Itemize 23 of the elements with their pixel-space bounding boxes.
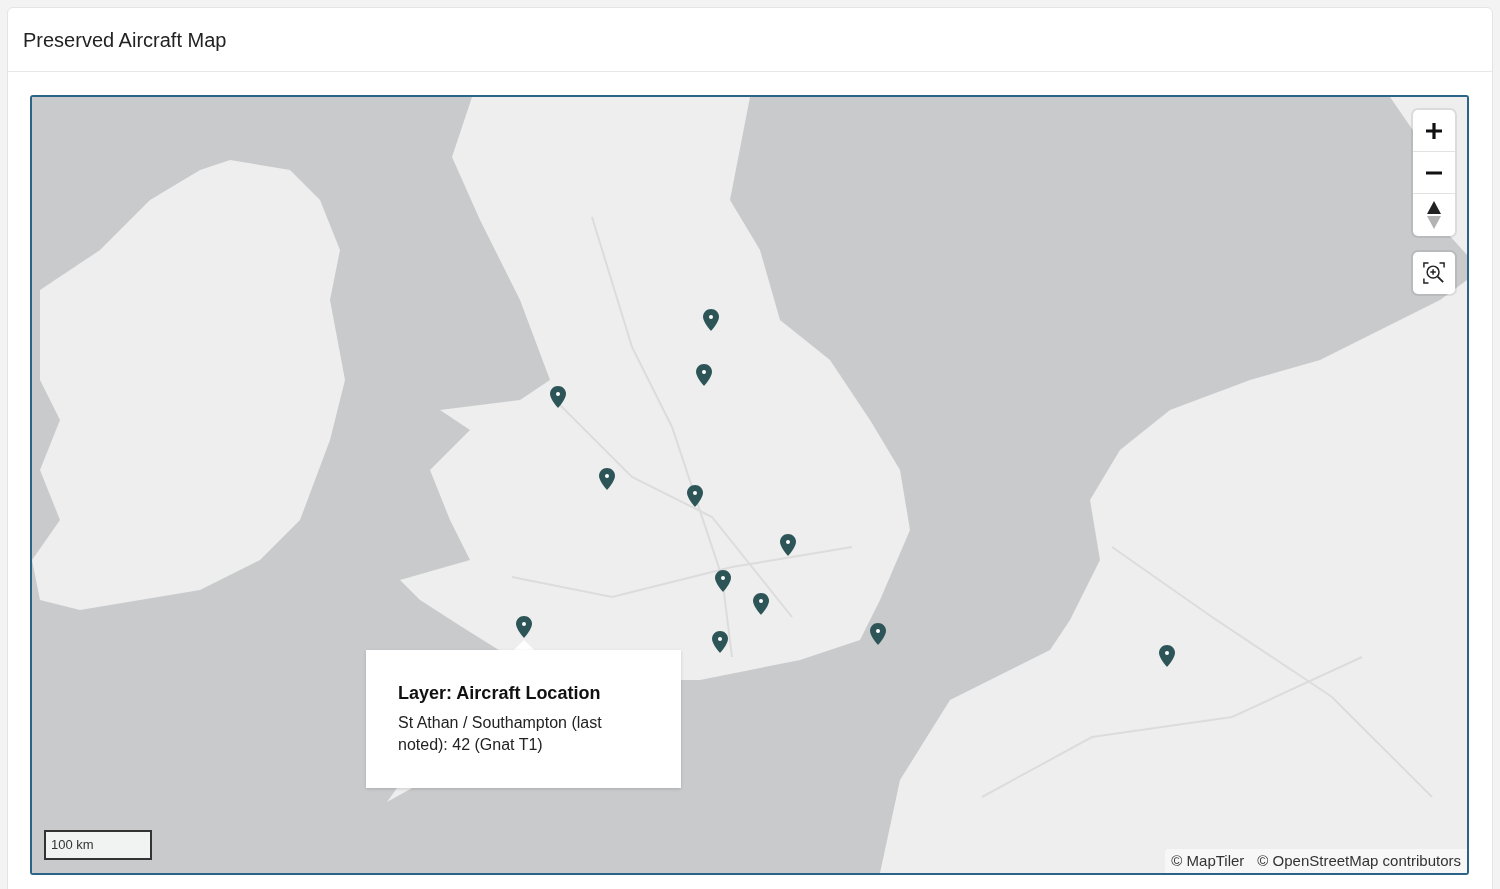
zoom-box-button[interactable] (1413, 252, 1455, 294)
minus-icon (1426, 170, 1442, 175)
compass-icon (1427, 201, 1441, 229)
map-pin-icon[interactable] (703, 309, 719, 331)
map-pin-icon[interactable] (687, 485, 703, 507)
map-pin-icon[interactable] (712, 631, 728, 653)
map-pin-icon[interactable] (870, 623, 886, 645)
page-title: Preserved Aircraft Map (23, 29, 227, 50)
map-pin-icon[interactable] (550, 386, 566, 408)
magnifier-frame-icon (1423, 262, 1445, 284)
popup-text: St Athan / Southampton (last noted): 42 (Gnat T1) (398, 713, 603, 755)
map-pin-icon[interactable] (753, 593, 769, 615)
plus-icon (1425, 121, 1443, 140)
map-pin-icon[interactable] (1159, 645, 1175, 667)
map-pin-icon[interactable] (715, 570, 731, 592)
attribution-link[interactable]: © MapTiler (1171, 849, 1245, 873)
scale-bar: 100 km (44, 830, 152, 860)
map-pin-icon[interactable] (599, 468, 615, 490)
map-pin-icon[interactable] (780, 534, 796, 556)
attribution-link[interactable]: © OpenStreetMap contributors (1257, 849, 1461, 873)
map-pin-icon[interactable] (516, 616, 532, 638)
popup-title: Layer: Aircraft Location (398, 682, 602, 704)
map-pin-icon[interactable] (696, 364, 712, 386)
